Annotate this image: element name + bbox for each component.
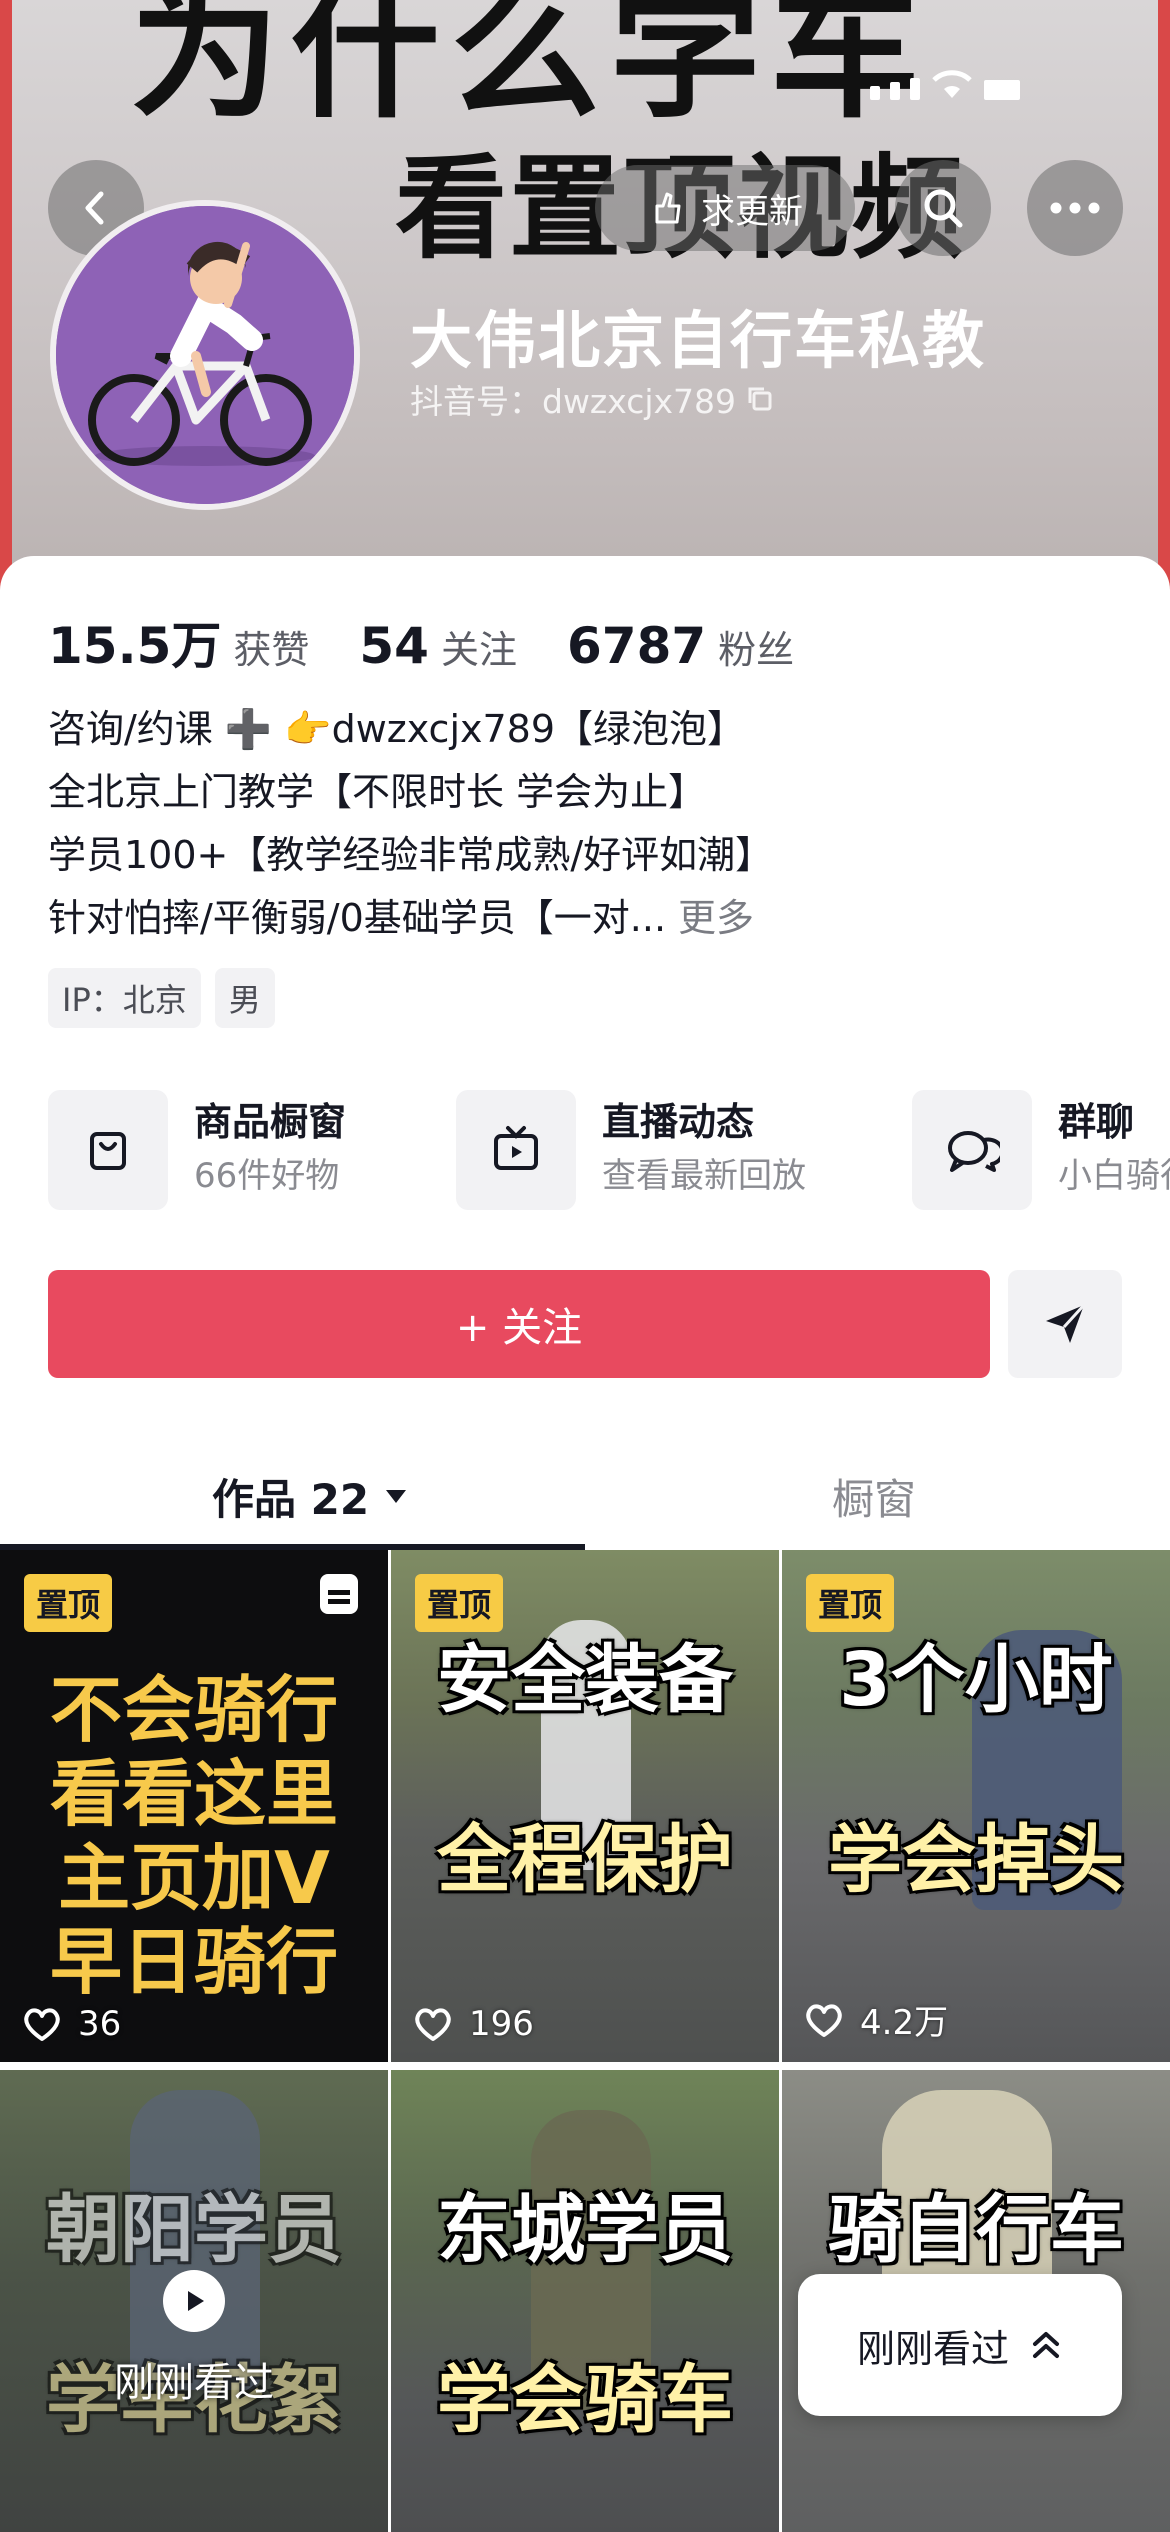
bio-line: 咨询/约课 ➕ 👉dwzxcjx789【绿泡泡】 (48, 707, 746, 751)
video-caption: 安全装备 (437, 1637, 733, 1723)
following-count[interactable]: 54 (359, 617, 429, 675)
signal-bar (890, 82, 900, 100)
video-likes: 36 (22, 2004, 121, 2044)
bio-line: 学员100+【教学经验非常成熟/好评如潮】 (48, 833, 774, 877)
gender-tag: 男 (214, 968, 275, 1028)
chevron-left-icon (85, 191, 104, 225)
request-update-label: 求更新 (701, 191, 803, 232)
more-dots-icon (1050, 202, 1100, 214)
likes-count-text: 196 (469, 2004, 534, 2044)
profile-card: 15.5万 获赞 54 关注 6787 粉丝 咨询/约课 ➕ 👉dwzxcjx7… (0, 556, 1170, 2532)
video-thumbnail[interactable]: 朝阳学员 学车花絮 刚刚看过 (0, 2070, 388, 2532)
feature-entries: 商品橱窗 66件好物 直播动态 查看最新回放 群聊 小白骑 (48, 1090, 1170, 1214)
feature-subtitle: 查看最新回放 (602, 1156, 806, 1196)
video-thumbnail[interactable]: 东城学员 学会骑车 (391, 2070, 779, 2532)
followers-label[interactable]: 粉丝 (718, 619, 794, 674)
video-caption: 骑自行车 (828, 2187, 1124, 2273)
feature-live[interactable]: 直播动态 查看最新回放 (456, 1090, 806, 1210)
video-caption: 学会掉头 (828, 1817, 1124, 1903)
content-tabs: 作品 22 橱窗 (0, 1446, 1170, 1550)
video-thumbnail[interactable]: 置顶 3个小时 学会掉头 4.2万 (782, 1550, 1170, 2062)
cyclist-avatar-icon (56, 206, 354, 504)
chat-bubble-icon (912, 1090, 1032, 1210)
bio-more-link[interactable]: 更多 (678, 896, 754, 940)
video-caption: 3个小时 (839, 1637, 1113, 1723)
send-icon (1046, 1303, 1086, 1343)
video-caption: 主页加V (58, 1836, 330, 1920)
likes-count-text: 4.2万 (860, 2003, 949, 2043)
douyin-id-text: 抖音号：dwzxcjx789 (410, 382, 737, 421)
signal-bar (910, 78, 920, 100)
hand-icon (655, 192, 681, 224)
feature-shop-window[interactable]: 商品橱窗 66件好物 (48, 1090, 346, 1210)
bio-line-last: 针对怕摔/平衡弱/0基础学员【一对... 更多 (48, 887, 1128, 950)
video-caption: 朝阳学员 (46, 2187, 342, 2273)
ip-location-tag: IP：北京 (48, 968, 201, 1028)
copy-icon[interactable] (746, 385, 774, 413)
request-update-button[interactable]: 求更新 (595, 165, 855, 251)
video-likes: 196 (413, 2004, 534, 2044)
follow-button[interactable]: + 关注 (48, 1270, 990, 1378)
douyin-id[interactable]: 抖音号：dwzxcjx789 (410, 375, 774, 423)
likes-count: 15.5万 (48, 617, 222, 675)
document-icon (320, 1574, 358, 1614)
video-caption: 看看这里 (49, 1752, 338, 1836)
tv-icon (456, 1090, 576, 1210)
tab-works-label: 作品 22 (212, 1474, 370, 1524)
status-bar (870, 68, 1020, 100)
pinned-badge: 置顶 (24, 1574, 113, 1632)
likes-label: 获赞 (233, 628, 310, 672)
tab-works[interactable]: 作品 22 (212, 1446, 409, 1546)
bio-line: 针对怕摔/平衡弱/0基础学员【一对... (48, 896, 667, 940)
caret-down-icon (386, 1490, 407, 1503)
heart-icon (806, 2003, 842, 2037)
video-caption: 不会骑行 (49, 1668, 338, 1752)
bio-line: 全北京上门教学【不限时长 学会为止】 (48, 770, 707, 814)
heart-icon (24, 2008, 60, 2041)
more-button[interactable] (1027, 160, 1123, 256)
video-likes: 4.2万 (804, 1995, 948, 2044)
tab-shop-window[interactable]: 橱窗 (832, 1446, 916, 1546)
just-watched-text: 刚刚看过 (856, 2326, 1009, 2371)
signal-bar (870, 86, 880, 100)
video-caption: 东城学员 (437, 2187, 733, 2273)
profile-bio: 咨询/约课 ➕ 👉dwzxcjx789【绿泡泡】 全北京上门教学【不限时长 学会… (48, 698, 1128, 950)
profile-stats: 15.5万 获赞 54 关注 6787 粉丝 (48, 606, 844, 678)
play-button[interactable] (163, 2270, 225, 2332)
shopping-bag-icon (48, 1090, 168, 1210)
feature-title: 群聊 (1058, 1100, 1135, 1144)
profile-screen: 为什么学车 看置顶视频 求更新 (0, 0, 1170, 2532)
heart-icon (415, 2008, 451, 2041)
feature-title: 直播动态 (602, 1100, 755, 1144)
video-thumbnail[interactable]: 置顶 安全装备 全程保护 196 (391, 1550, 779, 2062)
profile-tags: IP：北京 男 (48, 968, 275, 1028)
likes-count-text: 36 (78, 2004, 122, 2044)
feature-subtitle: 66件好物 (194, 1156, 340, 1196)
following-label[interactable]: 关注 (441, 619, 517, 674)
double-chevron-up-icon (1033, 2332, 1059, 2358)
video-caption: 早日骑行 (49, 1920, 338, 2004)
feature-group-chat[interactable]: 群聊 小白骑行 (912, 1090, 1170, 1210)
feature-subtitle: 小白骑行 (1058, 1156, 1170, 1196)
followers-count[interactable]: 6787 (567, 617, 706, 675)
play-icon (188, 2291, 204, 2311)
search-button[interactable] (895, 160, 991, 256)
search-icon (924, 189, 963, 228)
feature-title: 商品橱窗 (194, 1100, 347, 1144)
profile-nickname: 大伟北京自行车私教 (410, 304, 987, 377)
just-watched-label: 刚刚看过 (114, 2360, 274, 2406)
video-caption: 全程保护 (437, 1817, 733, 1903)
wifi-icon (932, 70, 972, 98)
video-caption: 学会骑车 (437, 2357, 733, 2443)
battery-icon (984, 80, 1020, 100)
just-watched-button[interactable]: 刚刚看过 (798, 2274, 1122, 2416)
avatar[interactable] (50, 200, 360, 510)
direct-message-button[interactable] (1008, 1270, 1122, 1378)
video-thumbnail[interactable]: 置顶 不会骑行 看看这里 主页加V 早日骑行 36 (0, 1550, 388, 2062)
profile-banner: 为什么学车 看置顶视频 求更新 (0, 0, 1170, 620)
